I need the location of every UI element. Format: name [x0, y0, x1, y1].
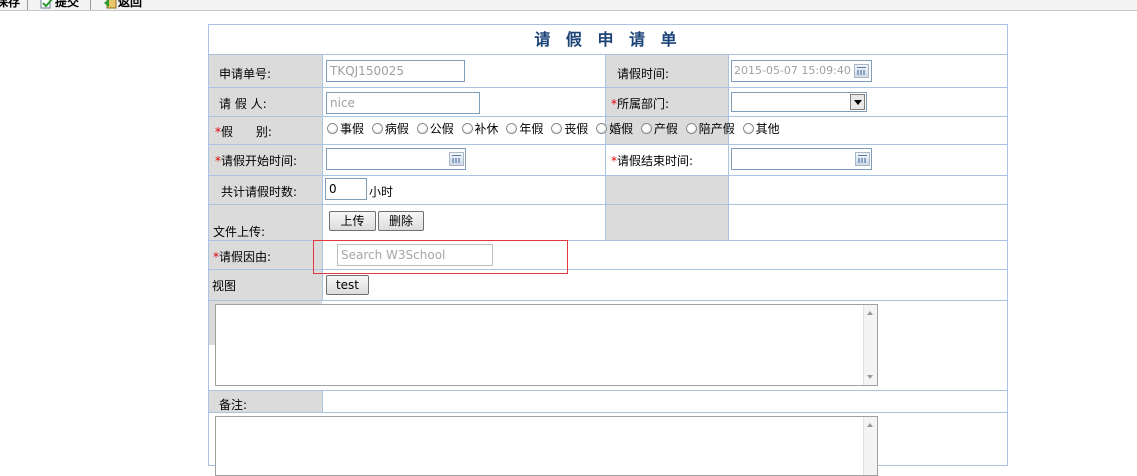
toolbar-separator [90, 0, 91, 10]
request-no-field[interactable]: TKQJ150025 [326, 60, 465, 82]
form-title: 请 假 申 请 单 [209, 25, 1007, 55]
scrollbar[interactable] [863, 417, 877, 475]
col-divider [605, 144, 606, 240]
view-label: 视图 [212, 279, 237, 293]
col-divider [322, 390, 323, 412]
applicant-label: 请 假 人: [219, 97, 267, 111]
end-time-field[interactable] [731, 148, 872, 170]
upload-button[interactable]: 上传 [329, 211, 376, 231]
leave-type-option-label: 婚假 [609, 122, 634, 136]
submit-button[interactable]: 提交 [40, 0, 79, 10]
upload-label: 文件上传: [213, 225, 266, 239]
radio-button[interactable] [685, 123, 697, 134]
check-document-icon [40, 0, 54, 9]
leave-type-option[interactable]: 陪产假 [685, 120, 735, 137]
hours-unit: 小时 [369, 185, 394, 199]
leave-type-label: *假 别: [215, 123, 272, 140]
leave-type-radio-group: 事假 病假 公假 补休 年假 丧假 婚假 产假 陪产假 其他 [327, 120, 784, 137]
leave-type-option[interactable]: 丧假 [551, 120, 588, 137]
back-button[interactable]: 返回 [103, 0, 142, 10]
radio-button[interactable] [416, 123, 428, 134]
notes-textarea[interactable] [215, 416, 878, 476]
toolbar-separator [27, 0, 28, 10]
row-divider [209, 390, 1007, 391]
request-time-value: 2015-05-07 15:09:40 [734, 64, 851, 77]
radio-button[interactable] [327, 123, 338, 134]
test-button[interactable]: test [326, 275, 369, 295]
leave-type-option-label: 陪产假 [698, 122, 735, 136]
scroll-up-icon[interactable] [867, 423, 873, 427]
save-button-label: 保存 [0, 0, 21, 9]
radio-button[interactable] [596, 123, 608, 134]
toolbar: 保存 提交 返回 [0, 0, 1137, 11]
radio-button[interactable] [371, 123, 383, 134]
leave-type-option[interactable]: 公假 [416, 120, 454, 137]
row-divider [209, 204, 1007, 205]
leave-type-option[interactable]: 其他 [742, 120, 780, 137]
leave-type-option-label: 丧假 [564, 122, 589, 136]
view-textarea[interactable] [215, 304, 878, 386]
back-arrow-icon [103, 0, 117, 9]
row-divider [209, 175, 1007, 176]
leave-type-option-label: 年假 [519, 122, 544, 136]
calendar-icon[interactable] [855, 152, 870, 166]
leave-type-option-label: 公假 [429, 122, 454, 136]
label-column-right-empty [605, 175, 728, 240]
leave-type-option[interactable]: 病假 [371, 120, 409, 137]
dept-select[interactable] [731, 92, 867, 112]
scrollbar[interactable] [863, 305, 877, 385]
request-no-label: 申请单号: [219, 67, 272, 81]
back-button-label: 返回 [118, 0, 143, 9]
radio-button[interactable] [461, 123, 473, 134]
leave-type-option[interactable]: 年假 [506, 120, 543, 137]
leave-type-option[interactable]: 产假 [640, 120, 678, 137]
end-time-label-text: 请假结束时间: [617, 154, 694, 168]
leave-type-option-label: 产假 [653, 122, 678, 136]
radio-button[interactable] [551, 123, 563, 134]
row-divider [209, 412, 1007, 413]
leave-request-form: 请 假 申 请 单 申请单号: TKQJ150025 请假时间: 2015-05… [208, 24, 1008, 476]
leave-type-option-label: 事假 [340, 122, 365, 136]
end-time-label: *请假结束时间: [611, 152, 693, 169]
leave-type-option-label: 其他 [755, 122, 780, 136]
leave-type-option[interactable]: 婚假 [596, 120, 633, 137]
start-time-label-text: 请假开始时间: [221, 154, 298, 168]
leave-type-option[interactable]: 事假 [327, 120, 364, 137]
row-divider [209, 144, 1007, 145]
col-divider [728, 144, 729, 240]
start-time-field[interactable] [326, 148, 466, 170]
row-divider [209, 116, 1007, 117]
hours-field[interactable]: 0 [325, 178, 367, 200]
submit-button-label: 提交 [55, 0, 80, 9]
leave-type-option[interactable]: 补休 [461, 120, 499, 137]
chevron-down-icon[interactable] [850, 94, 865, 110]
radio-button[interactable] [506, 123, 518, 134]
row-divider [209, 87, 1007, 88]
calendar-icon[interactable] [449, 152, 464, 166]
scroll-down-icon[interactable] [867, 375, 873, 379]
request-time-field[interactable]: 2015-05-07 15:09:40 [731, 60, 872, 82]
start-time-label: *请假开始时间: [215, 152, 297, 169]
dept-label-text: 所属部门: [617, 97, 670, 111]
save-button[interactable]: 保存 [0, 0, 20, 10]
radio-button[interactable] [640, 123, 652, 134]
notes-label: 备注: [219, 398, 248, 412]
dept-label: *所属部门: [611, 95, 669, 112]
applicant-field[interactable]: nice [326, 92, 480, 114]
reason-label-text: 请假因由: [219, 250, 272, 264]
request-time-label: 请假时间: [617, 67, 670, 81]
calendar-icon[interactable] [854, 64, 869, 78]
radio-button[interactable] [742, 123, 754, 134]
leave-type-option-label: 补休 [474, 122, 499, 136]
leave-type-label-text: 假 别: [221, 125, 272, 139]
highlight-box [313, 240, 568, 274]
delete-button[interactable]: 删除 [378, 211, 424, 231]
row-divider [209, 300, 1007, 301]
hours-label: 共计请假时数: [221, 185, 298, 199]
leave-type-option-label: 病假 [384, 122, 409, 136]
reason-label: *请假因由: [213, 248, 271, 265]
scroll-up-icon[interactable] [867, 311, 873, 315]
